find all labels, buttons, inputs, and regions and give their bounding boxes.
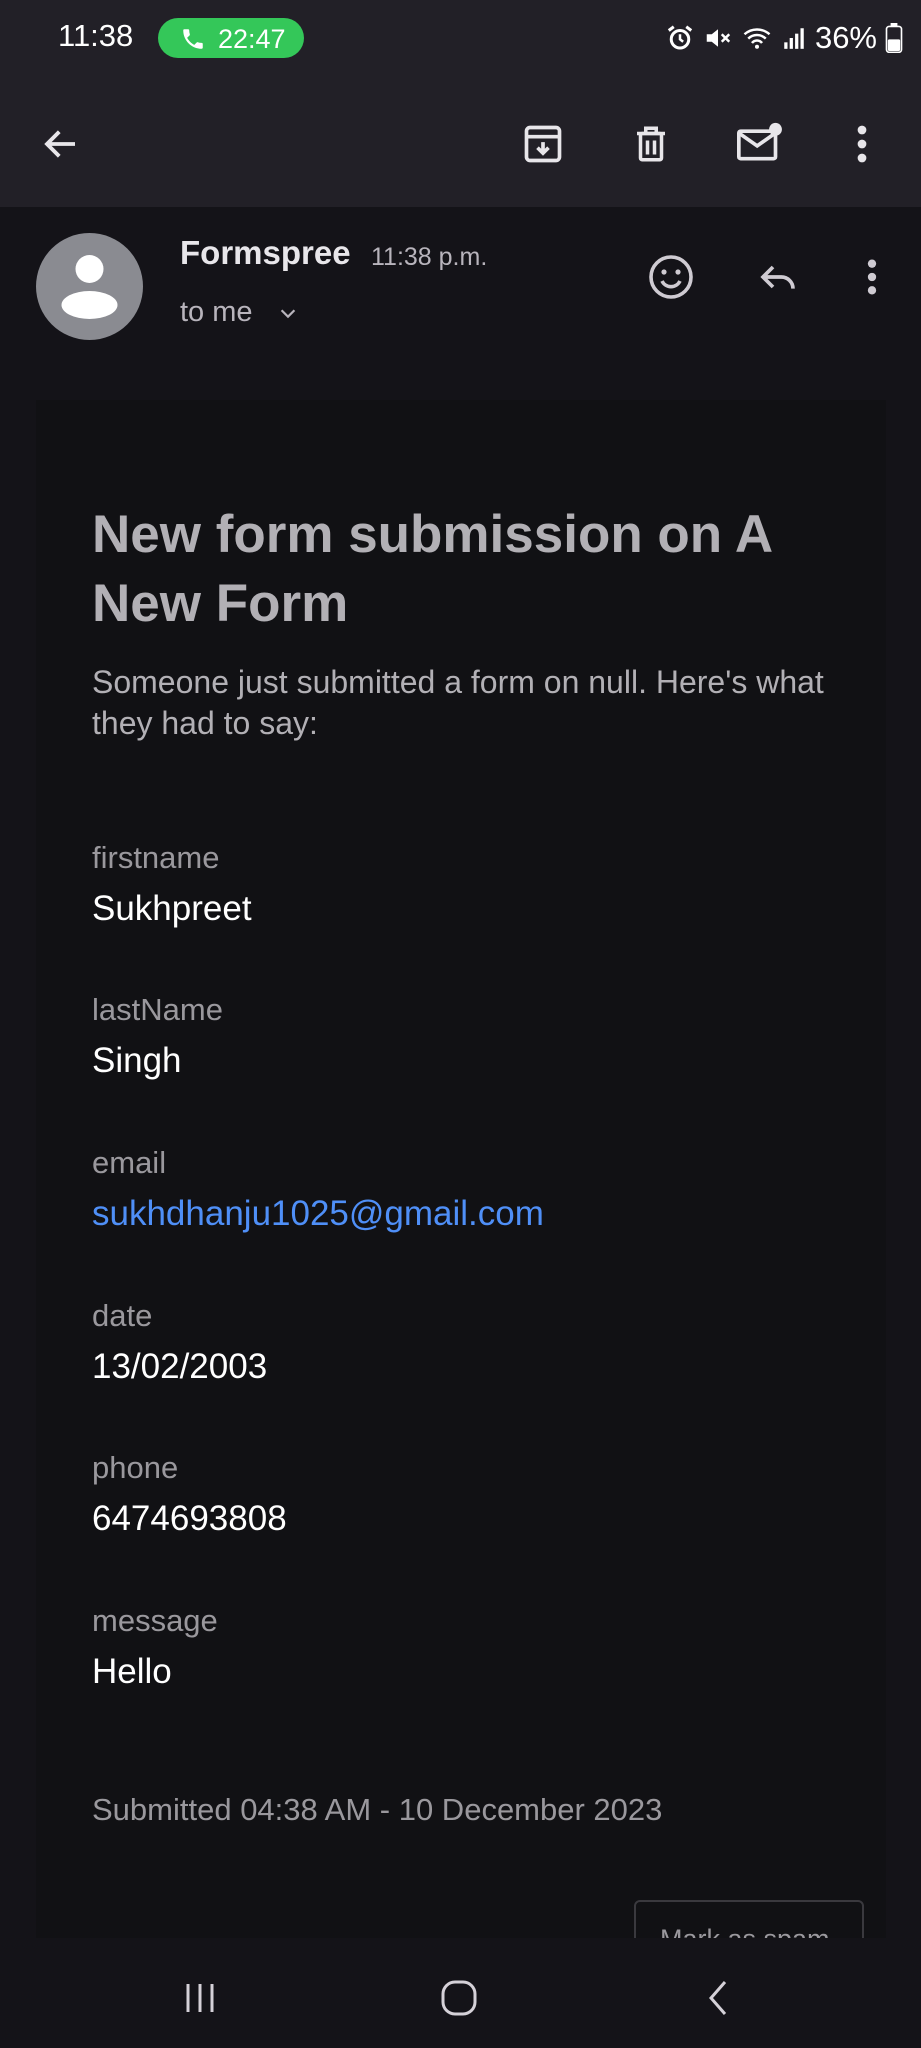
field-value-date: 13/02/2003 bbox=[92, 1347, 268, 1386]
signal-icon bbox=[784, 28, 804, 49]
field-value-lastname: Singh bbox=[92, 1041, 182, 1080]
field-label-date: date bbox=[92, 1298, 153, 1333]
email-title: New form submission on A New Form bbox=[92, 505, 772, 633]
back-icon bbox=[709, 1981, 727, 2015]
field-label-email: email bbox=[92, 1145, 167, 1180]
mark-unread-button[interactable] bbox=[723, 108, 795, 180]
phone-icon bbox=[183, 29, 203, 49]
email-toolbar bbox=[0, 80, 921, 207]
call-duration: 22:47 bbox=[218, 24, 286, 54]
battery-icon bbox=[885, 23, 903, 53]
react-button[interactable] bbox=[639, 245, 703, 309]
message-more-button[interactable] bbox=[840, 245, 904, 309]
more-options-button[interactable] bbox=[826, 108, 898, 180]
submitted-timestamp: Submitted 04:38 AM - 10 December 2023 bbox=[92, 1792, 663, 1827]
field-label-message: message bbox=[92, 1603, 218, 1638]
recent-apps-icon bbox=[186, 1984, 214, 2012]
recent-apps-button[interactable] bbox=[160, 1968, 240, 2028]
status-time: 11:38 bbox=[58, 18, 134, 53]
sent-time: 11:38 p.m. bbox=[371, 243, 488, 271]
more-vert-icon bbox=[867, 259, 877, 295]
delete-button[interactable] bbox=[615, 108, 687, 180]
field-value-message: Hello bbox=[92, 1652, 172, 1691]
back-button[interactable] bbox=[25, 108, 97, 180]
wifi-icon bbox=[743, 28, 771, 49]
more-vert-icon bbox=[857, 125, 867, 163]
ongoing-call-pill[interactable]: 22:47 bbox=[158, 18, 304, 58]
field-label-lastname: lastName bbox=[92, 992, 223, 1027]
field-value-firstname: Sukhpreet bbox=[92, 889, 252, 928]
email-link[interactable]: sukhdhanju1025@gmail.com bbox=[92, 1194, 544, 1234]
battery-percent: 36% bbox=[814, 20, 877, 55]
archive-icon bbox=[524, 125, 562, 163]
system-back-button[interactable] bbox=[678, 1968, 758, 2028]
reply-icon bbox=[760, 265, 795, 289]
alarm-icon bbox=[667, 25, 693, 50]
field-label-phone: phone bbox=[92, 1450, 179, 1485]
back-arrow-icon bbox=[44, 130, 75, 158]
sender-avatar[interactable] bbox=[36, 233, 143, 340]
status-icons: 36% bbox=[665, 16, 903, 60]
mute-icon bbox=[706, 29, 731, 47]
chevron-down-icon[interactable] bbox=[277, 302, 299, 324]
recipient-label[interactable]: to me bbox=[180, 296, 253, 329]
home-button[interactable] bbox=[419, 1968, 499, 2028]
field-value-phone: 6474693808 bbox=[92, 1499, 287, 1538]
sender-name[interactable]: Formspree bbox=[180, 234, 351, 272]
mark-unread-icon bbox=[737, 122, 782, 161]
field-label-firstname: firstname bbox=[92, 840, 220, 875]
person-icon bbox=[61, 255, 118, 319]
email-intro: Someone just submitted a form on null. H… bbox=[92, 664, 824, 741]
emoji-reaction-icon bbox=[649, 255, 693, 299]
archive-button[interactable] bbox=[507, 108, 579, 180]
delete-icon bbox=[637, 126, 665, 162]
home-icon bbox=[441, 1980, 477, 2016]
reply-button[interactable] bbox=[746, 245, 810, 309]
